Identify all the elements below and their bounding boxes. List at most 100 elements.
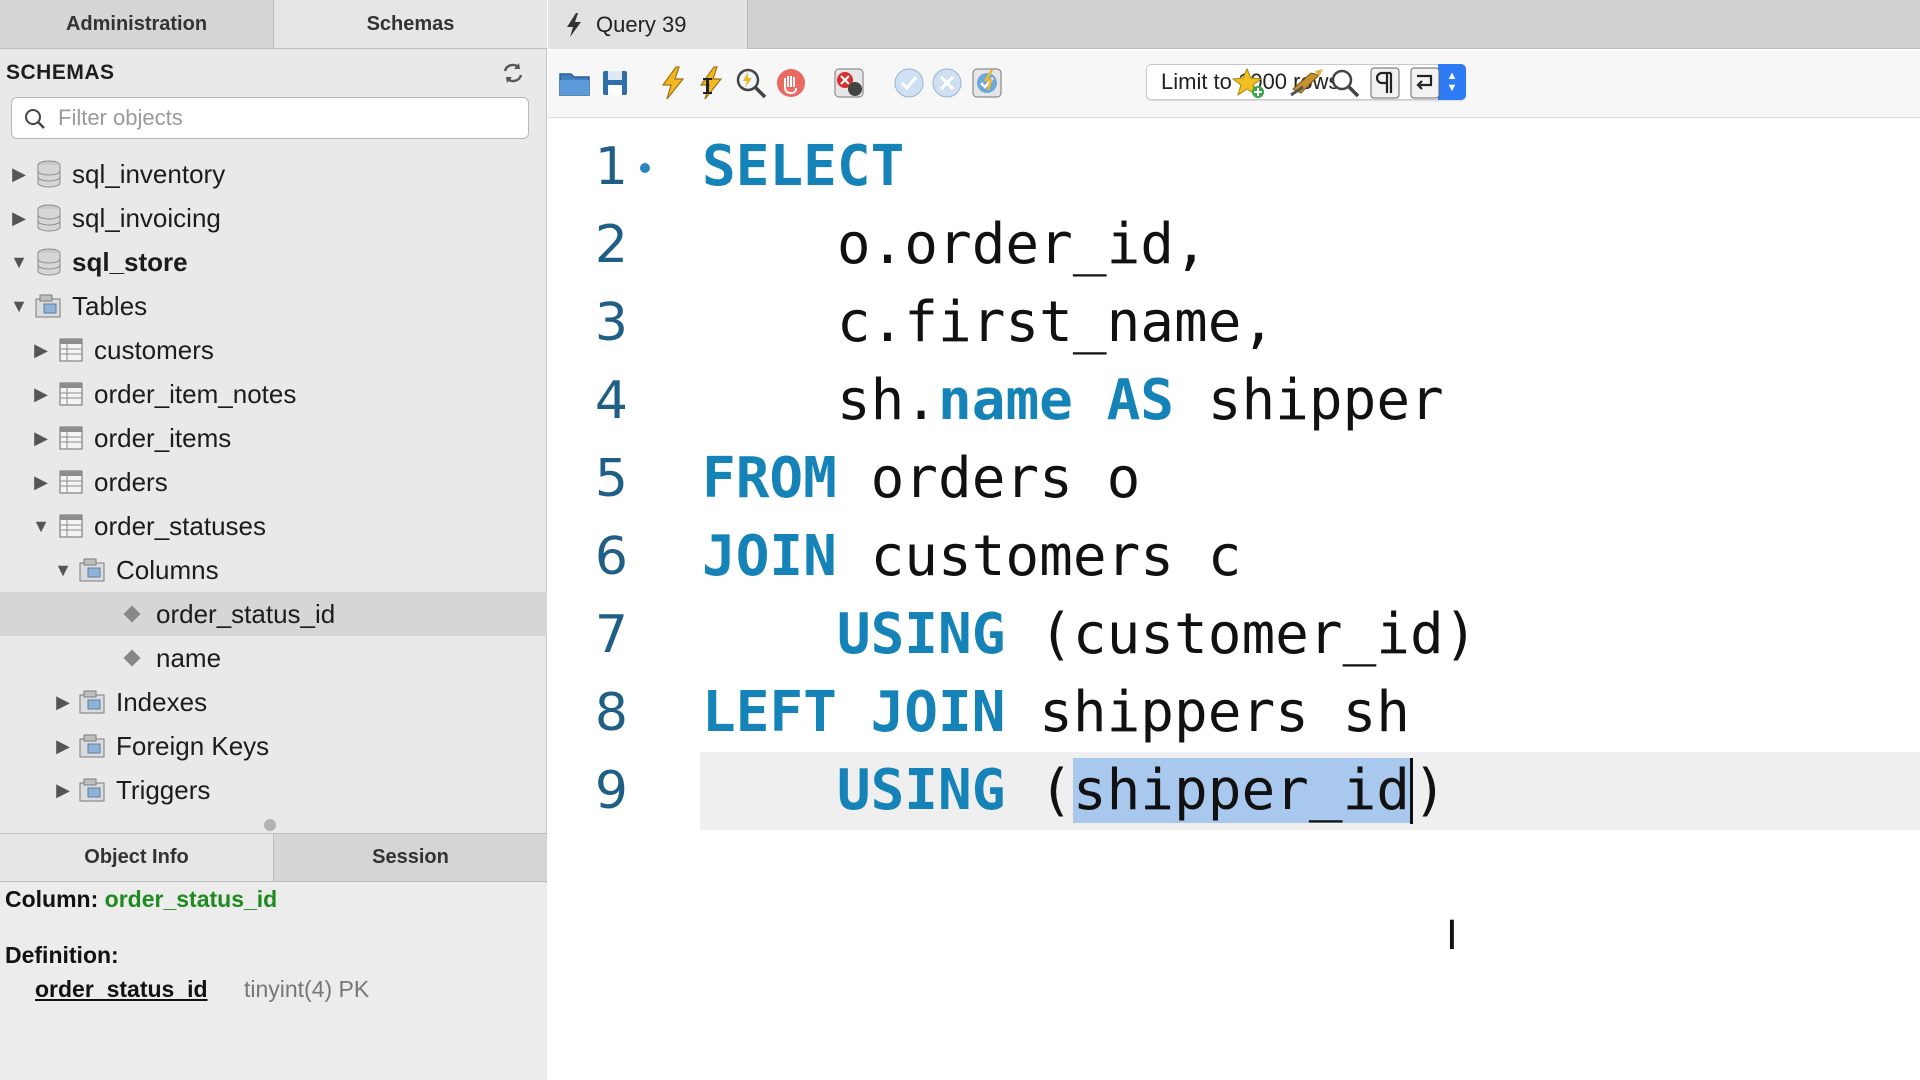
sql-token: ( [1005, 758, 1073, 823]
disclosure-collapsed-icon[interactable]: ▶ [8, 164, 30, 185]
tree-item-foreign-keys[interactable]: ▶ Foreign Keys [0, 724, 547, 768]
code-line[interactable]: 6 JOIN customers c [548, 518, 1920, 596]
code-line[interactable]: 8 LEFT JOIN shippers sh [548, 674, 1920, 752]
sql-editor[interactable]: 1 SELECT 2 o.order_id, 3 c.first_name, 4 sh.… [548, 119, 1920, 1080]
stop-icon[interactable] [772, 64, 810, 102]
disclosure-collapsed-icon[interactable]: ▶ [8, 208, 30, 229]
tab-session[interactable]: Session [273, 834, 547, 881]
column-icon [123, 605, 141, 623]
disclosure-expanded-icon[interactable]: ▼ [52, 560, 74, 581]
tree-item-name[interactable]: name [0, 636, 547, 680]
disclosure-collapsed-icon[interactable]: ▶ [52, 780, 74, 801]
code-text: c.first_name, [702, 284, 1275, 362]
add-bookmark-icon[interactable] [1230, 64, 1268, 102]
tab-object-info[interactable]: Object Info [0, 834, 273, 881]
tree-item-order-status-id[interactable]: order_status_id [0, 592, 547, 636]
tree-item-order-item-notes[interactable]: ▶ order_item_notes [0, 372, 547, 416]
column-value: order_status_id [104, 886, 278, 912]
toggle-stop-on-error-icon[interactable] [830, 64, 868, 102]
panel-split-handle[interactable] [264, 819, 276, 831]
database-icon [34, 203, 64, 233]
sql-token: (customer_id) [1005, 602, 1478, 667]
disclosure-collapsed-icon[interactable]: ▶ [30, 340, 52, 361]
beautify-icon[interactable] [1288, 64, 1326, 102]
code-line[interactable]: 4 sh.name AS shipper [548, 362, 1920, 440]
sql-editor-toolbar: Limit to 1000 rows ▲ ▼ [548, 50, 1920, 118]
disclosure-collapsed-icon[interactable]: ▶ [52, 736, 74, 757]
code-line[interactable]: 9 USING (shipper_id) [548, 752, 1920, 830]
tab-schemas[interactable]: Schemas [273, 0, 547, 48]
rollback-icon[interactable] [928, 64, 966, 102]
disclosure-collapsed-icon[interactable]: ▶ [30, 428, 52, 449]
find-icon[interactable] [1326, 64, 1364, 102]
sql-token: orders o [836, 446, 1141, 511]
disclosure-collapsed-icon[interactable]: ▶ [52, 692, 74, 713]
disclosure-collapsed-icon[interactable]: ▶ [30, 384, 52, 405]
execute-icon[interactable] [654, 64, 692, 102]
tree-item-tables[interactable]: ▼ Tables [0, 284, 547, 328]
column-icon [123, 649, 141, 667]
table-icon [56, 379, 86, 409]
sql-keyword: AS [1106, 368, 1175, 433]
tree-item-label: Indexes [116, 686, 208, 717]
sql-token: o.order_id, [702, 212, 1208, 277]
save-icon[interactable] [596, 64, 634, 102]
refresh-icon[interactable] [500, 61, 526, 85]
sql-keyword: USING [836, 758, 1006, 823]
tab-administration[interactable]: Administration [0, 0, 273, 48]
wrap-lines-icon[interactable] [1406, 64, 1444, 102]
sql-keyword: LEFT JOIN [702, 680, 1006, 745]
disclosure-expanded-icon[interactable]: ▼ [30, 516, 52, 537]
tree-item-label: sql_invoicing [72, 202, 221, 233]
tree-item-columns[interactable]: ▼ Columns [0, 548, 547, 592]
object-info-panel: Column: order_status_id Definition: orde… [0, 883, 547, 1080]
statement-marker-icon[interactable] [640, 163, 650, 173]
code-line[interactable]: 5 FROM orders o [548, 440, 1920, 518]
query-tab-label: Query 39 [596, 11, 687, 37]
definition-column-type: tinyint(4) PK [243, 976, 370, 1002]
database-icon [34, 247, 64, 277]
tree-item-sql-inventory[interactable]: ▶ sql_inventory [0, 152, 547, 196]
sql-token: ) [1413, 758, 1447, 823]
tree-item-label: name [156, 642, 222, 673]
code-line[interactable]: 3 c.first_name, [548, 284, 1920, 362]
code-line[interactable]: 7 USING (customer_id) [548, 596, 1920, 674]
tree-item-customers[interactable]: ▶ customers [0, 328, 547, 372]
commit-icon[interactable] [890, 64, 928, 102]
tree-item-sql-invoicing[interactable]: ▶ sql_invoicing [0, 196, 547, 240]
code-text: LEFT JOIN shippers sh [702, 674, 1410, 752]
definition-label: Definition: [5, 942, 119, 968]
filter-objects-field[interactable] [11, 97, 529, 139]
folder-icon [78, 775, 108, 805]
definition-column-name: order_status_id [35, 976, 208, 1002]
tree-item-order-items[interactable]: ▶ order_items [0, 416, 547, 460]
autocommit-icon[interactable] [968, 64, 1006, 102]
code-line[interactable]: 1 SELECT [548, 128, 1920, 206]
execute-current-icon[interactable] [692, 64, 730, 102]
tree-item-label: Triggers [116, 774, 211, 805]
code-line[interactable]: 2 o.order_id, [548, 206, 1920, 284]
sql-keyword: JOIN [702, 524, 837, 589]
tree-item-orders[interactable]: ▶ orders [0, 460, 547, 504]
open-folder-icon[interactable] [556, 64, 594, 102]
disclosure-collapsed-icon[interactable]: ▶ [30, 472, 52, 493]
table-icon [56, 335, 86, 365]
explain-icon[interactable] [732, 64, 770, 102]
line-number: 8 [594, 683, 628, 743]
disclosure-expanded-icon[interactable]: ▼ [8, 252, 30, 273]
line-number: 2 [594, 215, 628, 275]
disclosure-expanded-icon[interactable]: ▼ [8, 296, 30, 317]
folder-icon [34, 291, 64, 321]
tree-item-label: sql_inventory [72, 158, 226, 189]
filter-objects-input[interactable] [58, 98, 518, 138]
tree-item-order-statuses[interactable]: ▼ order_statuses [0, 504, 547, 548]
tree-item-triggers[interactable]: ▶ Triggers [0, 768, 547, 812]
tree-item-indexes[interactable]: ▶ Indexes [0, 680, 547, 724]
tree-item-label: Tables [72, 290, 148, 321]
tab-query-39[interactable]: Query 39 [548, 0, 748, 49]
tree-item-sql-store[interactable]: ▼ sql_store [0, 240, 547, 284]
code-text: sh.name AS shipper [702, 362, 1444, 440]
sql-keyword: name [938, 368, 1073, 433]
invisible-characters-icon[interactable] [1366, 64, 1404, 102]
object-info-column: Column: order_status_id [5, 886, 277, 913]
